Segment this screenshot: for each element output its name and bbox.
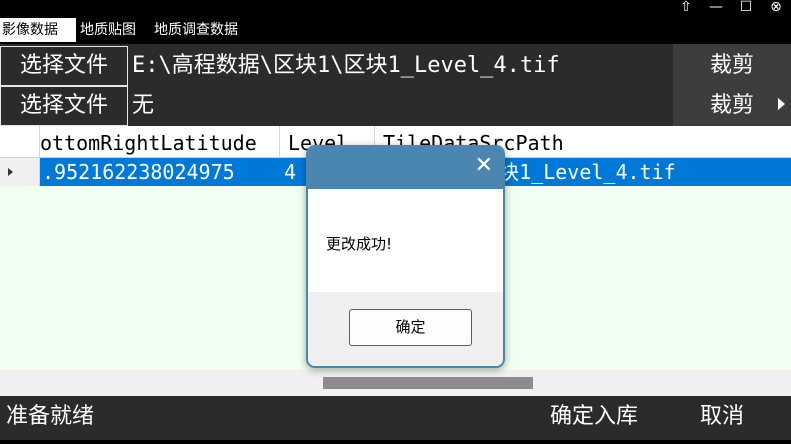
file-panel: 选择文件 E:\高程数据\区块1\区块1_Level_4.tif 选择文件 无 …	[0, 44, 791, 126]
select-file-button-1[interactable]: 选择文件	[0, 46, 128, 86]
column-header-bottomright-latitude[interactable]: ottomRightLatitude	[40, 126, 280, 158]
tab-imagery[interactable]: 影像数据	[0, 18, 76, 42]
maximize-icon[interactable]: ☐	[731, 0, 761, 16]
tab-geology-texture[interactable]: 地质贴图	[78, 18, 144, 42]
cancel-button[interactable]: 取消	[700, 396, 744, 438]
cell-latitude[interactable]: .952162238024975	[40, 158, 280, 186]
chevron-right-icon[interactable]	[778, 98, 785, 110]
scrollbar-thumb[interactable]	[323, 377, 533, 389]
bottom-edge	[0, 440, 791, 444]
window-controls: ⇧ — ☐ ⊗	[671, 0, 791, 16]
tab-geology-survey[interactable]: 地质调查数据	[152, 18, 252, 42]
horizontal-scrollbar[interactable]	[0, 370, 791, 396]
crop-panel: 裁剪 裁剪	[673, 44, 791, 126]
current-row-icon	[8, 168, 13, 176]
select-file-button-2[interactable]: 选择文件	[0, 86, 128, 126]
close-icon[interactable]: ⊗	[761, 0, 791, 16]
shirt-icon[interactable]: ⇧	[671, 0, 701, 16]
minimize-icon[interactable]: —	[701, 0, 731, 16]
dialog-footer: 确定	[308, 292, 503, 366]
message-dialog: ✕ 更改成功! 确定	[306, 145, 505, 368]
close-icon[interactable]: ✕	[475, 155, 493, 177]
row-header-corner	[0, 126, 40, 158]
status-text: 准备就绪	[6, 404, 95, 429]
status-bar: 准备就绪 确定入库 取消	[0, 396, 791, 440]
file-path-1: E:\高程数据\区块1\区块1_Level_4.tif	[132, 53, 560, 78]
ok-button[interactable]: 确定	[349, 309, 472, 346]
crop-button-2[interactable]: 裁剪	[673, 86, 791, 126]
crop-button-1[interactable]: 裁剪	[673, 46, 791, 86]
confirm-import-button[interactable]: 确定入库	[550, 396, 638, 438]
dialog-title-bar: ✕	[308, 147, 503, 189]
file-path-2: 无	[132, 93, 155, 118]
tab-bar: 影像数据 地质贴图 地质调查数据 ⇧ — ☐ ⊗	[0, 0, 791, 44]
row-selector[interactable]	[0, 158, 40, 186]
dialog-message: 更改成功!	[326, 235, 393, 253]
